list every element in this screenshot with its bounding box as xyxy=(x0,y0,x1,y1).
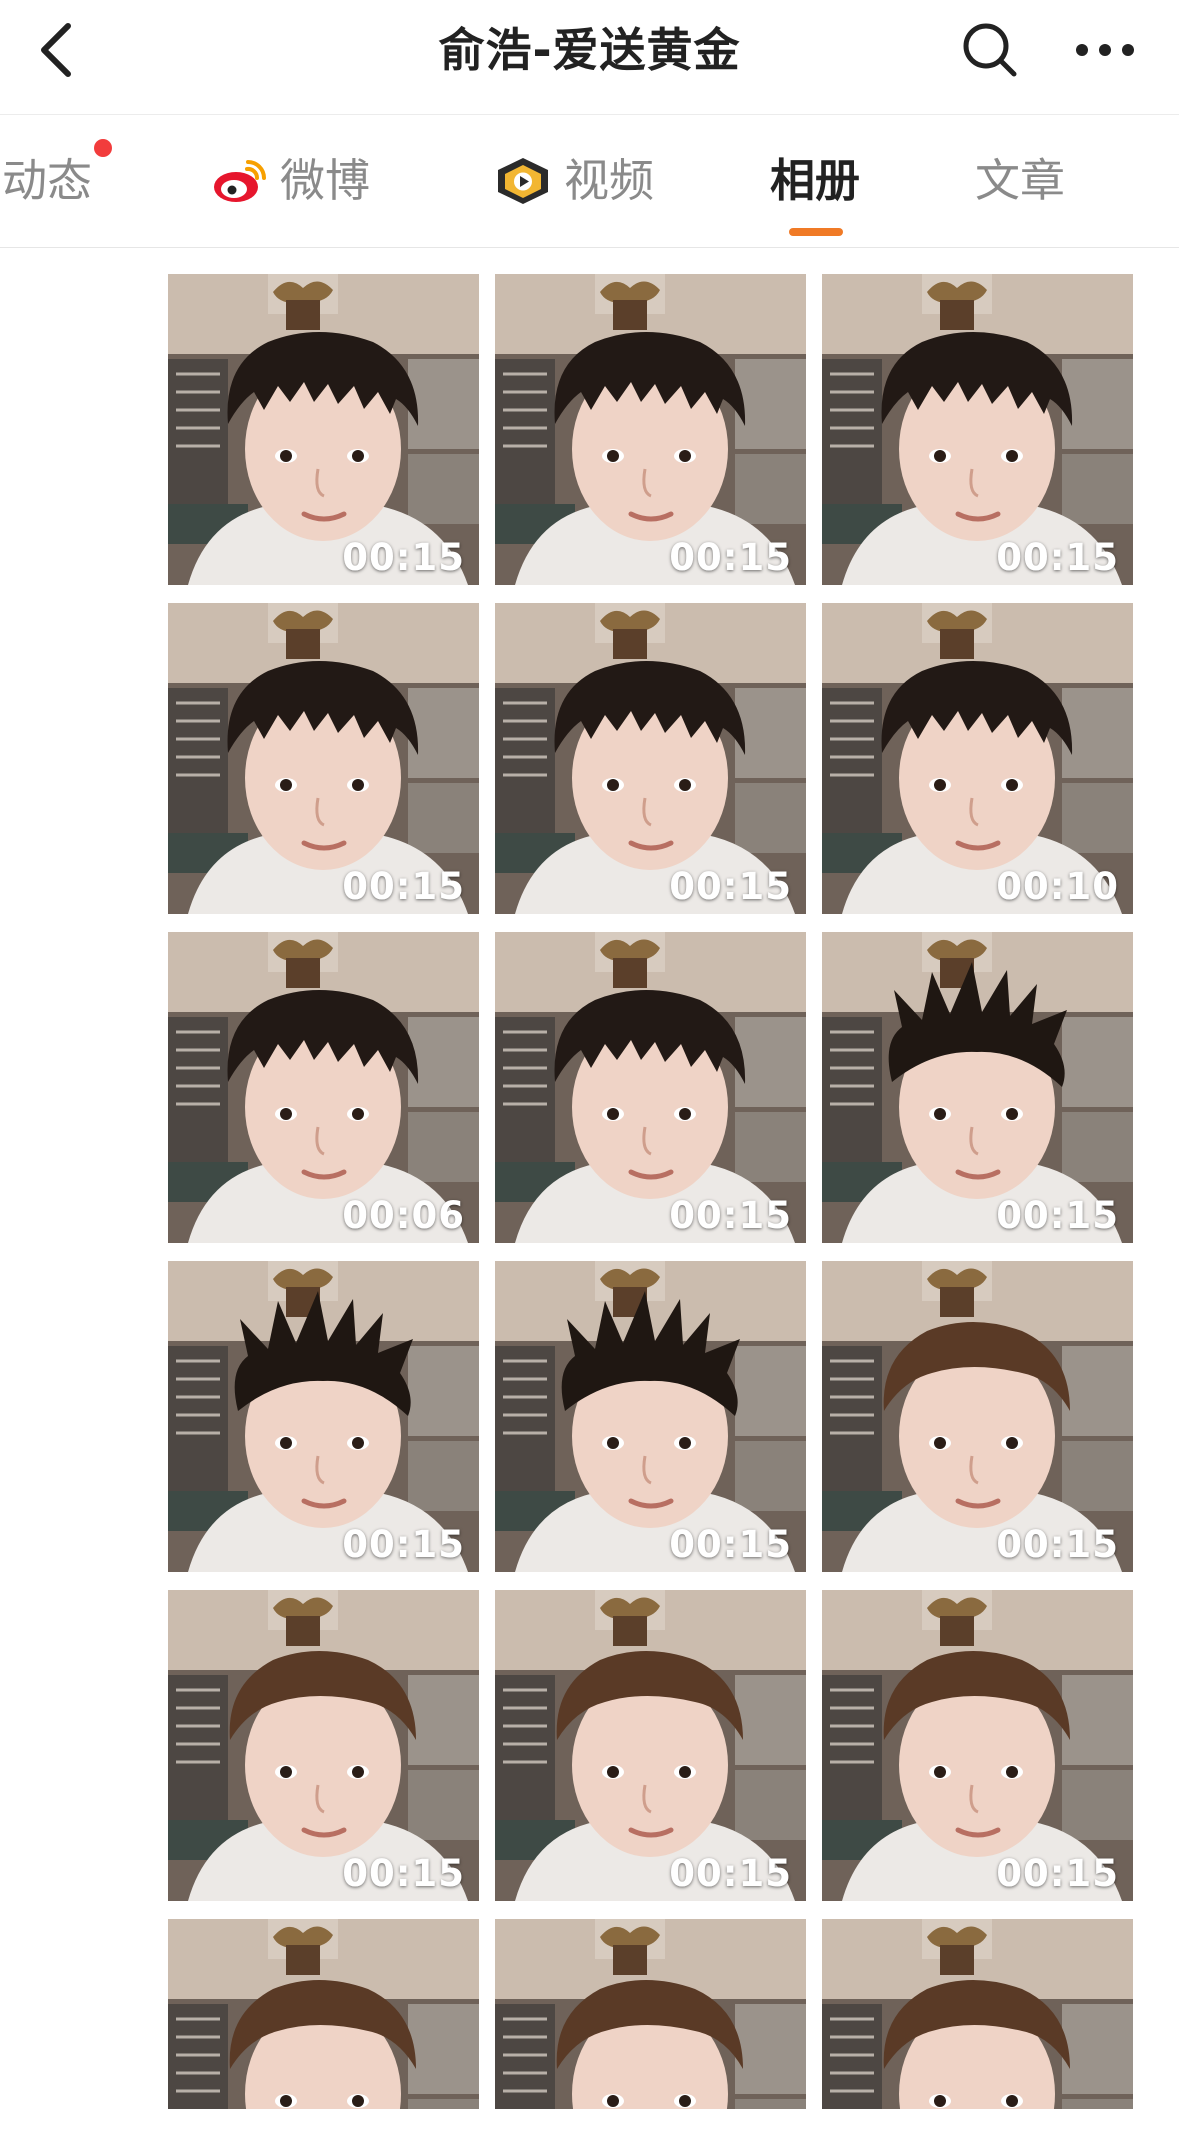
video-thumbnail[interactable]: 00:06 xyxy=(168,932,479,1243)
video-duration: 00:15 xyxy=(996,536,1119,579)
search-icon xyxy=(963,23,1017,77)
video-thumbnail-image xyxy=(822,1919,1133,2109)
tab-weibo[interactable]: 微博 xyxy=(210,115,370,247)
video-thumbnail[interactable]: 00:15 xyxy=(822,1590,1133,1901)
video-thumbnail[interactable]: 00:15 xyxy=(495,1590,806,1901)
tab-label: 相册 xyxy=(770,154,861,207)
more-button[interactable] xyxy=(1070,18,1140,82)
weibo-icon xyxy=(214,160,266,202)
video-thumbnail[interactable]: 00:15 xyxy=(495,1261,806,1572)
video-thumbnail[interactable]: 00:15 xyxy=(495,603,806,914)
video-duration: 00:15 xyxy=(669,536,792,579)
video-thumbnail[interactable]: 00:15 xyxy=(822,1261,1133,1572)
video-thumbnail[interactable]: 00:15 xyxy=(168,1590,479,1901)
video-duration: 00:15 xyxy=(669,1523,792,1566)
video-thumbnail[interactable]: 00:15 xyxy=(168,1261,479,1572)
video-duration: 00:15 xyxy=(342,865,465,908)
notification-dot xyxy=(94,139,112,157)
video-thumbnail[interactable]: 00:10 xyxy=(822,603,1133,914)
video-icon xyxy=(498,158,548,204)
more-dots-icon xyxy=(1076,44,1134,56)
tab-label: 动态 xyxy=(2,154,93,207)
video-duration: 00:15 xyxy=(996,1523,1119,1566)
video-thumbnail[interactable]: 00:15 xyxy=(822,932,1133,1243)
video-duration: 00:15 xyxy=(342,536,465,579)
video-duration: 00:06 xyxy=(342,1194,465,1237)
video-duration: 00:15 xyxy=(669,1852,792,1895)
tab-dynamic[interactable]: 动态 xyxy=(2,115,112,247)
video-thumbnail[interactable]: 00:15 xyxy=(168,274,479,585)
video-thumbnail[interactable]: 00:15 xyxy=(168,603,479,914)
tab-label: 文章 xyxy=(975,154,1066,207)
video-duration: 00:15 xyxy=(669,865,792,908)
tab-label: 视频 xyxy=(564,154,655,207)
video-thumbnail[interactable] xyxy=(168,1919,479,2109)
video-duration: 00:10 xyxy=(996,865,1119,908)
tab-article[interactable]: 文章 xyxy=(975,115,1065,247)
video-duration: 00:15 xyxy=(996,1194,1119,1237)
video-duration: 00:15 xyxy=(669,1194,792,1237)
video-thumbnail[interactable]: 00:15 xyxy=(822,274,1133,585)
video-duration: 00:15 xyxy=(342,1523,465,1566)
video-thumbnail[interactable]: 00:15 xyxy=(495,274,806,585)
tab-video[interactable]: 视频 xyxy=(494,115,654,247)
video-thumbnail-image xyxy=(495,1919,806,2109)
active-tab-indicator xyxy=(789,228,843,236)
video-thumbnail-image xyxy=(168,1919,479,2109)
video-duration: 00:15 xyxy=(996,1852,1119,1895)
video-duration: 00:15 xyxy=(342,1852,465,1895)
top-nav-bar: 俞浩-爱送黄金 xyxy=(0,0,1179,115)
video-thumbnail[interactable] xyxy=(822,1919,1133,2109)
profile-tabs: 动态 微博 视频 相册 文章 xyxy=(0,115,1179,248)
tab-label: 微博 xyxy=(280,154,371,207)
video-thumbnail[interactable] xyxy=(495,1919,806,2109)
video-thumbnail[interactable]: 00:15 xyxy=(495,932,806,1243)
search-button[interactable] xyxy=(958,18,1022,82)
